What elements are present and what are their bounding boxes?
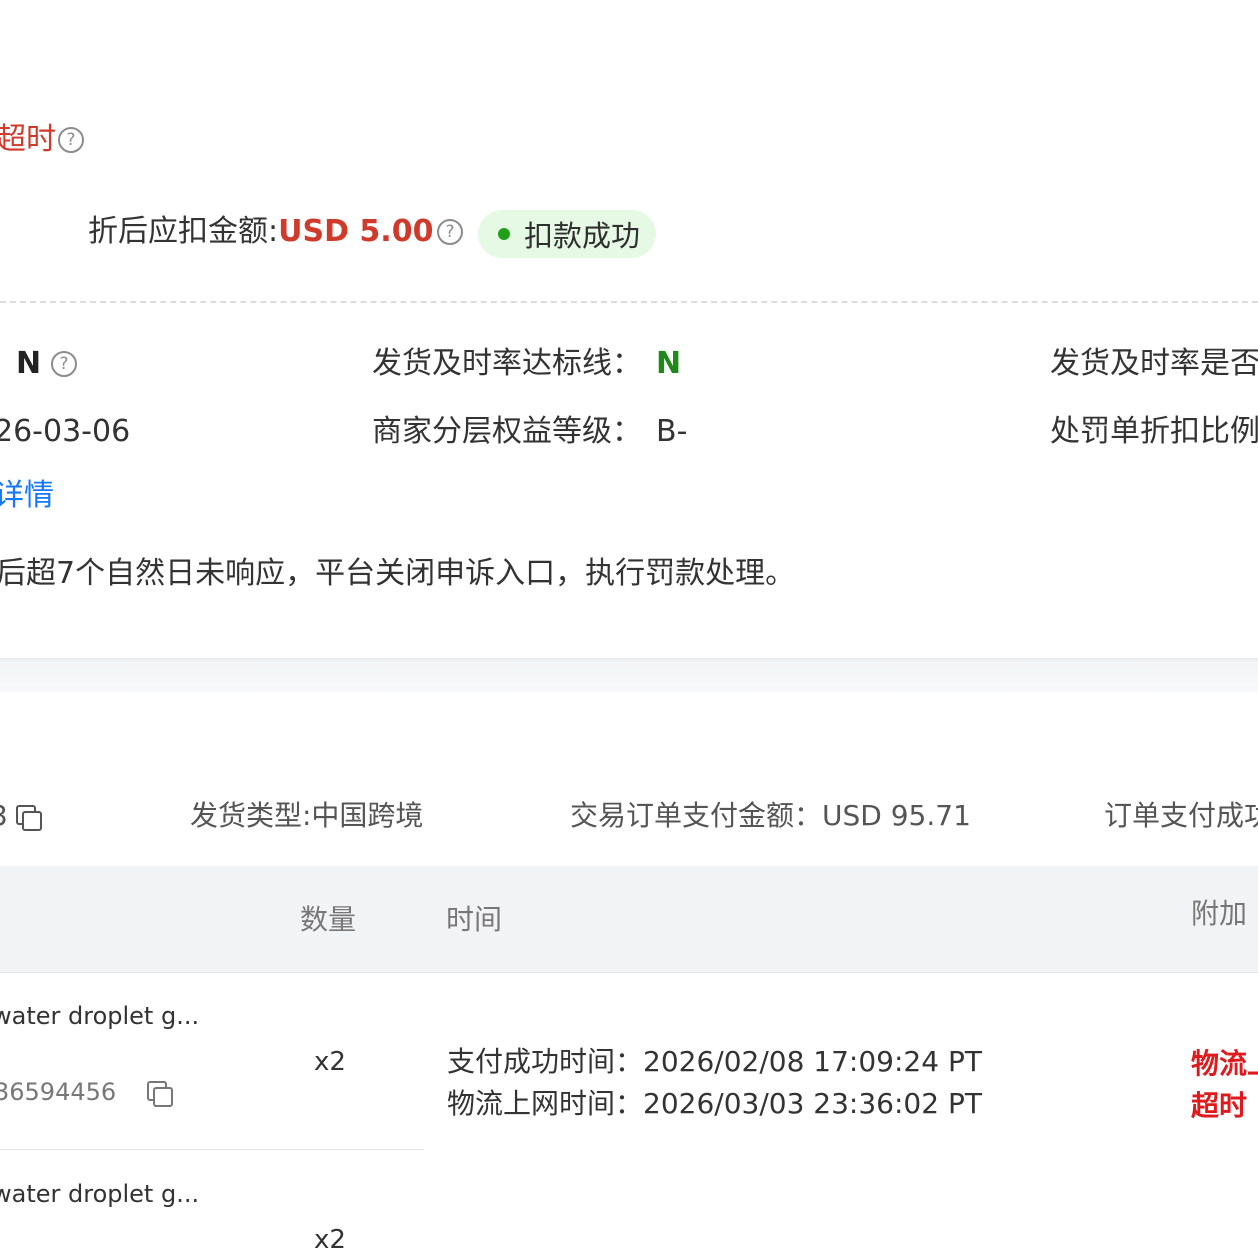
ship-type: 发货类型:中国跨境: [190, 799, 424, 832]
order-number: 3: [0, 796, 8, 836]
status-dot-icon: [498, 228, 510, 240]
order-pay-success: 订单支付成功: [1104, 799, 1258, 832]
rate-standard-row: 发货及时率达标线： N: [372, 344, 681, 384]
divider: [0, 301, 1258, 303]
copy-icon[interactable]: [16, 805, 42, 831]
column-header-extra: 附加: [1191, 897, 1248, 930]
column-header-qty: 数量: [300, 903, 357, 936]
help-icon[interactable]: ?: [58, 127, 84, 153]
rate-standard-value: N: [656, 346, 682, 381]
extra-info-cell: 物流上 超时: [1191, 1043, 1258, 1127]
logistics-online-time: 物流上网时间：2026/03/03 23:36:02 PT: [447, 1087, 982, 1120]
merchant-tier-row: 商家分层权益等级： B-: [372, 412, 687, 452]
deduct-amount-row: 折后应扣金额:USD 5.00: [88, 212, 433, 252]
penalty-discount-label: 处罚单折扣比例: [1050, 414, 1258, 449]
extra-info-line: 超时: [1191, 1089, 1248, 1122]
deduct-label: 折后应扣金额:: [88, 214, 279, 249]
time-cell: 支付成功时间：2026/02/08 17:09:24 PT 物流上网时间：202…: [447, 1041, 982, 1125]
product-name[interactable]: water droplet g...: [0, 1000, 199, 1032]
column-header-time: 时间: [446, 903, 503, 936]
info-value-n: N: [16, 346, 42, 381]
row-divider: [0, 1149, 424, 1150]
timeout-label: 超时: [0, 122, 56, 157]
order-pay-amount: 交易订单支付金额：USD 95.71: [570, 799, 971, 832]
status-badge: 扣款成功: [478, 210, 657, 258]
merchant-tier-value: B-: [656, 414, 688, 449]
section-separator: [0, 658, 1258, 692]
product-qty: x2: [314, 1047, 346, 1077]
date-value: 26-03-06: [0, 414, 131, 449]
rate-question-label: 发货及时率是否: [1050, 346, 1258, 381]
help-icon[interactable]: ?: [437, 219, 463, 245]
page: 超时 ? 折后应扣金额:USD 5.00 ? 扣款成功 N ? 发货及时率达标线…: [0, 0, 1258, 1258]
table-header: [0, 866, 1258, 973]
deduct-amount: USD 5.00: [278, 214, 434, 249]
merchant-tier-label: 商家分层权益等级：: [372, 414, 642, 449]
details-link[interactable]: 详情: [0, 476, 54, 516]
status-text: 扣款成功: [524, 219, 641, 253]
help-icon[interactable]: ?: [51, 351, 77, 377]
copy-icon[interactable]: [147, 1081, 174, 1107]
appeal-notice: 后超7个自然日未响应，平台关闭申诉入口，执行罚款处理。: [0, 556, 796, 591]
rate-standard-label: 发货及时率达标线：: [372, 346, 642, 381]
product-id: 36594456: [0, 1078, 117, 1106]
product-name[interactable]: water droplet g...: [0, 1178, 199, 1210]
extra-info-line: 物流上: [1191, 1047, 1258, 1080]
product-qty: x2: [314, 1225, 346, 1255]
pay-success-time: 支付成功时间：2026/02/08 17:09:24 PT: [447, 1045, 982, 1078]
